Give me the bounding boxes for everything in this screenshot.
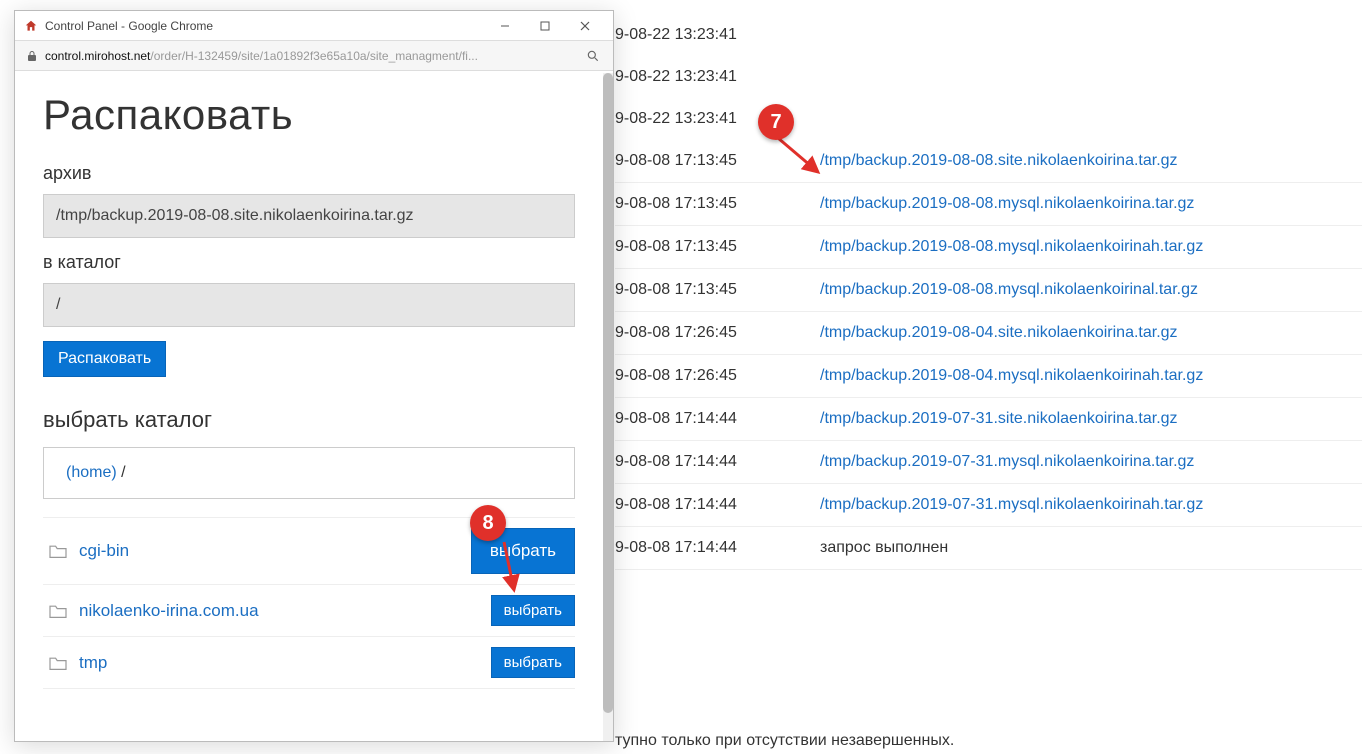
archive-input[interactable]: /tmp/backup.2019-08-08.site.nikolaenkoir…	[43, 194, 575, 238]
annotation-marker-7: 7	[758, 104, 794, 140]
log-timestamp: 9-08-08 17:14:44	[615, 410, 820, 428]
log-timestamp: 9-08-08 17:13:45	[615, 195, 820, 213]
backup-file-link[interactable]: /tmp/backup.2019-07-31.mysql.nikolaenkoi…	[820, 453, 1194, 471]
select-folder-button[interactable]: выбрать	[491, 595, 575, 626]
address-bar[interactable]: control.mirohost.net/order/H-132459/site…	[15, 41, 613, 71]
backup-file-link[interactable]: /tmp/backup.2019-07-31.site.nikolaenkoir…	[820, 410, 1178, 428]
minimize-button[interactable]	[485, 11, 525, 41]
zoom-icon[interactable]	[583, 46, 603, 66]
home-icon	[23, 18, 39, 34]
backup-file-link[interactable]: /tmp/backup.2019-08-04.mysql.nikolaenkoi…	[820, 367, 1203, 385]
background-log-table: 9-08-22 13:23:41 9-08-22 13:23:41 9-08-22 …	[615, 14, 1362, 570]
url-text: control.mirohost.net/order/H-132459/site…	[45, 49, 577, 63]
catalog-label: в каталог	[43, 252, 575, 273]
log-row: 9-08-08 17:14:44запрос выполнен	[615, 527, 1362, 570]
unpack-button[interactable]: Распаковать	[43, 341, 166, 377]
scrollbar-track[interactable]	[603, 73, 613, 741]
log-timestamp: 9-08-22 13:23:41	[615, 68, 820, 86]
scrollbar-thumb[interactable]	[603, 73, 613, 713]
page-title: Распаковать	[43, 91, 575, 139]
archive-label: архив	[43, 163, 575, 184]
backup-file-link[interactable]: /tmp/backup.2019-08-04.site.nikolaenkoir…	[820, 324, 1178, 342]
log-row: 9-08-08 17:13:45/tmp/backup.2019-08-08.m…	[615, 226, 1362, 269]
folder-row: nikolaenko-irina.com.uaвыбрать	[43, 585, 575, 637]
log-timestamp: 9-08-08 17:14:44	[615, 539, 820, 557]
log-timestamp: 9-08-22 13:23:41	[615, 26, 820, 44]
log-timestamp: 9-08-08 17:26:45	[615, 367, 820, 385]
close-button[interactable]	[565, 11, 605, 41]
log-timestamp: 9-08-08 17:14:44	[615, 453, 820, 471]
log-row: 9-08-08 17:13:45/tmp/backup.2019-08-08.s…	[615, 140, 1362, 183]
backup-file-link[interactable]: /tmp/backup.2019-08-08.mysql.nikolaenkoi…	[820, 238, 1203, 256]
folder-icon	[47, 602, 69, 620]
log-row: 9-08-08 17:13:45/tmp/backup.2019-08-08.m…	[615, 183, 1362, 226]
log-timestamp: 9-08-08 17:13:45	[615, 238, 820, 256]
log-row: 9-08-22 13:23:41	[615, 98, 1362, 140]
log-row: 9-08-22 13:23:41	[615, 56, 1362, 98]
log-row: 9-08-08 17:14:44/tmp/backup.2019-07-31.m…	[615, 441, 1362, 484]
choose-catalog-heading: выбрать каталог	[43, 407, 575, 433]
log-timestamp: 9-08-08 17:13:45	[615, 152, 820, 170]
log-row: 9-08-08 17:26:45/tmp/backup.2019-08-04.s…	[615, 312, 1362, 355]
folder-icon	[47, 542, 69, 560]
window-buttons	[485, 11, 605, 41]
popup-content: Распаковать архив /tmp/backup.2019-08-08…	[15, 73, 603, 741]
window-titlebar: Control Panel - Google Chrome	[15, 11, 613, 41]
folder-name-link[interactable]: nikolaenko-irina.com.ua	[79, 601, 491, 621]
folder-row: tmpвыбрать	[43, 637, 575, 689]
folder-list: cgi-binвыбратьnikolaenko-irina.com.uaвыб…	[43, 517, 575, 689]
backup-file-link[interactable]: /tmp/backup.2019-08-08.site.nikolaenkoir…	[820, 152, 1178, 170]
backup-file-link[interactable]: /tmp/backup.2019-08-08.mysql.nikolaenkoi…	[820, 281, 1198, 299]
log-timestamp: 9-08-08 17:14:44	[615, 496, 820, 514]
chrome-popup-window: Control Panel - Google Chrome control.mi…	[14, 10, 614, 742]
folder-icon	[47, 654, 69, 672]
backup-file-link[interactable]: /tmp/backup.2019-08-08.mysql.nikolaenkoi…	[820, 195, 1194, 213]
catalog-input[interactable]: /	[43, 283, 575, 327]
folder-name-link[interactable]: tmp	[79, 653, 491, 673]
log-row: 9-08-08 17:26:45/tmp/backup.2019-08-04.m…	[615, 355, 1362, 398]
log-row: 9-08-08 17:14:44/tmp/backup.2019-07-31.m…	[615, 484, 1362, 527]
log-row: 9-08-22 13:23:41	[615, 14, 1362, 56]
select-folder-button[interactable]: выбрать	[491, 647, 575, 678]
window-title: Control Panel - Google Chrome	[45, 19, 485, 33]
breadcrumb-home-link[interactable]: (home)	[66, 464, 117, 481]
log-row: 9-08-08 17:14:44/tmp/backup.2019-07-31.s…	[615, 398, 1362, 441]
lock-icon	[25, 49, 39, 63]
maximize-button[interactable]	[525, 11, 565, 41]
footer-text: тупно только при отсутствии незавершенны…	[615, 732, 954, 750]
log-timestamp: 9-08-08 17:13:45	[615, 281, 820, 299]
breadcrumb: (home) /	[43, 447, 575, 499]
backup-file-link[interactable]: /tmp/backup.2019-07-31.mysql.nikolaenkoi…	[820, 496, 1203, 514]
folder-name-link[interactable]: cgi-bin	[79, 541, 471, 561]
annotation-marker-8: 8	[470, 505, 506, 541]
log-timestamp: 9-08-08 17:26:45	[615, 324, 820, 342]
log-message: запрос выполнен	[820, 539, 948, 557]
breadcrumb-separator: /	[117, 464, 126, 481]
log-row: 9-08-08 17:13:45/tmp/backup.2019-08-08.m…	[615, 269, 1362, 312]
